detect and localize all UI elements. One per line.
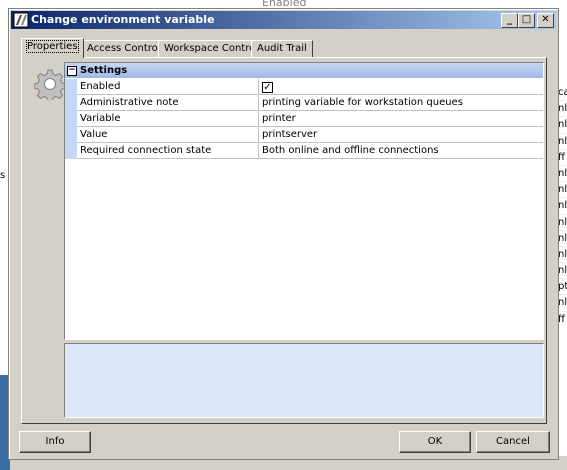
section-title: Settings [80, 65, 128, 76]
environment-variable-icon [13, 12, 29, 28]
property-name: Administrative note [80, 97, 179, 108]
properties-panel: − Settings Enabled ✓ Administrative note… [21, 57, 547, 424]
tab-access-control[interactable]: Access Control [81, 40, 167, 58]
property-row-required-connection-state[interactable]: Required connection state Both online an… [65, 143, 543, 159]
cancel-button[interactable]: Cancel [476, 431, 550, 453]
property-value[interactable]: ✓ [258, 79, 542, 94]
tab-label: Audit Trail [257, 43, 307, 54]
row-gutter [65, 95, 77, 111]
dialog-window: Change environment variable _ □ ✕ Proper… [8, 8, 559, 460]
maximize-button[interactable]: □ [518, 13, 535, 28]
tab-label: Properties [26, 40, 79, 53]
tab-workspace-control[interactable]: Workspace Control [158, 40, 264, 58]
info-button[interactable]: Info [19, 431, 91, 453]
property-value[interactable]: printserver [258, 127, 542, 142]
property-name: Enabled [80, 81, 121, 92]
property-value[interactable]: printer [258, 111, 542, 126]
gear-icon [34, 69, 66, 100]
tab-label: Workspace Control [164, 43, 258, 54]
property-row-value[interactable]: Value printserver [65, 127, 543, 143]
collapse-icon[interactable]: − [67, 66, 77, 76]
ok-button[interactable]: OK [399, 431, 471, 453]
property-name: Required connection state [80, 145, 212, 156]
property-row-variable[interactable]: Variable printer [65, 111, 543, 127]
row-gutter [65, 111, 77, 127]
row-gutter [65, 143, 77, 159]
tab-label: Access Control [87, 43, 161, 54]
property-row-enabled[interactable]: Enabled ✓ [65, 79, 543, 95]
tab-properties[interactable]: Properties [21, 38, 84, 58]
row-gutter [65, 79, 77, 95]
property-grid: − Settings Enabled ✓ Administrative note… [64, 62, 544, 340]
property-value[interactable]: printing variable for workstation queues [258, 95, 542, 110]
property-row-administrative-note[interactable]: Administrative note printing variable fo… [65, 95, 543, 111]
property-name: Variable [80, 113, 121, 124]
window-title: Change environment variable [31, 13, 215, 26]
row-gutter [65, 127, 77, 143]
title-bar[interactable]: Change environment variable _ □ ✕ [11, 11, 556, 29]
property-name: Value [80, 129, 108, 140]
property-value[interactable]: Both online and offline connections [258, 143, 542, 158]
tab-audit-trail[interactable]: Audit Trail [251, 40, 313, 58]
minimize-button[interactable]: _ [501, 13, 518, 28]
settings-section-header[interactable]: − Settings [65, 63, 543, 78]
description-pane [64, 343, 544, 418]
close-button[interactable]: ✕ [537, 13, 554, 28]
enabled-checkbox[interactable]: ✓ [262, 81, 273, 93]
